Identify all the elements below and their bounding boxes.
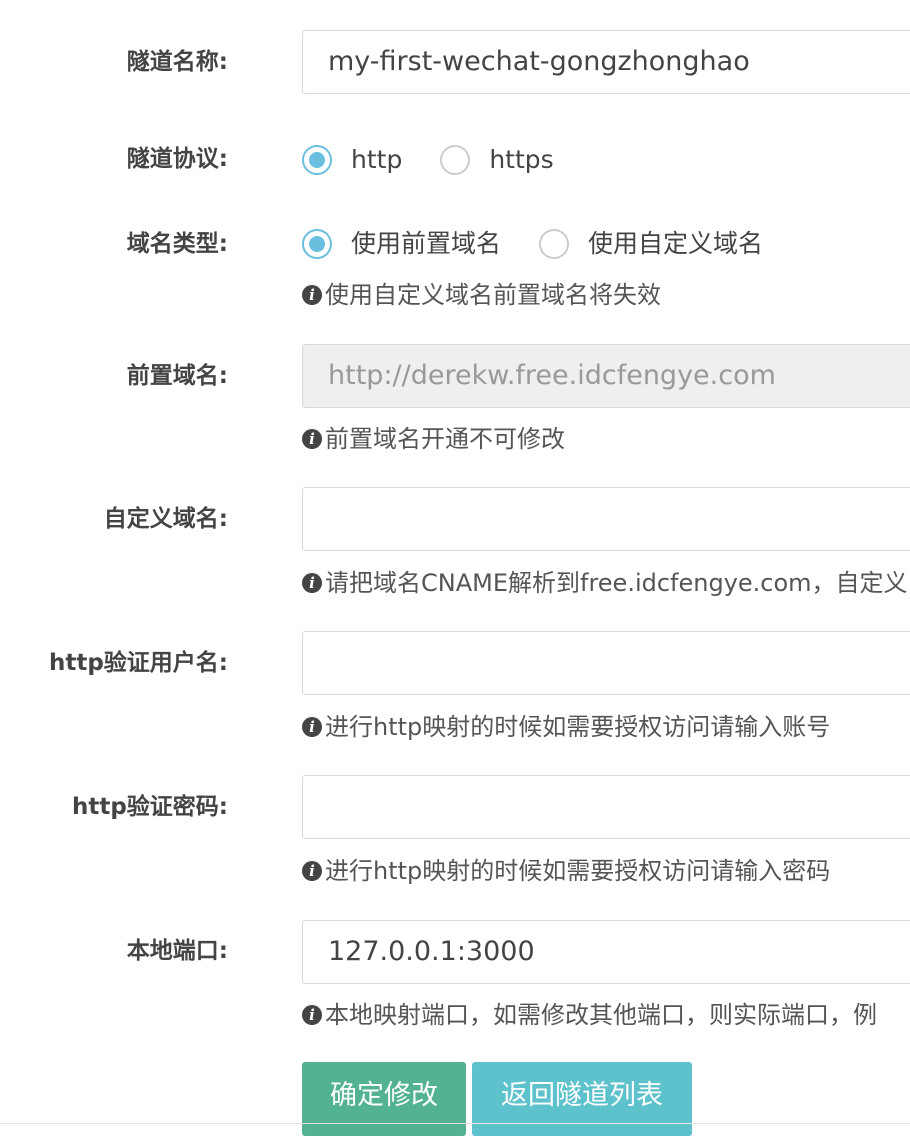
info-circle-icon: i (302, 717, 322, 737)
help-text: 本地映射端口，如需修改其他端口，则实际端口，例 (325, 1001, 877, 1029)
info-circle-icon: i (302, 1005, 322, 1025)
info-circle-icon: i (302, 285, 322, 305)
domain-type-option-label: 使用前置域名 (351, 229, 502, 258)
tunnel-name-label: 隧道名称: (126, 49, 228, 75)
protocol-radio-group: http https (302, 142, 592, 178)
radio-checked-icon[interactable] (302, 229, 332, 259)
protocol-option-http[interactable]: http (302, 142, 402, 178)
help-text: 使用自定义域名前置域名将失效 (325, 281, 661, 309)
custom-domain-help: i 请把域名CNAME解析到free.idcfengye.com，自定义 (302, 568, 908, 598)
local-port-help: i 本地映射端口，如需修改其他端口，则实际端口，例 (302, 1000, 877, 1030)
domain-type-help: i 使用自定义域名前置域名将失效 (302, 280, 661, 310)
custom-domain-input[interactable] (302, 487, 910, 551)
protocol-option-label: https (489, 145, 554, 174)
back-to-tunnel-list-button[interactable]: 返回隧道列表 (472, 1062, 692, 1136)
domain-type-radio-group: 使用前置域名 使用自定义域名 (302, 226, 801, 262)
custom-domain-label: 自定义域名: (103, 506, 228, 532)
info-circle-icon: i (302, 573, 322, 593)
info-circle-icon: i (302, 429, 322, 449)
prefix-domain-help: i 前置域名开通不可修改 (302, 424, 565, 454)
protocol-option-https[interactable]: https (440, 142, 554, 178)
help-text: 前置域名开通不可修改 (325, 425, 565, 453)
help-text: 请把域名CNAME解析到free.idcfengye.com，自定义 (325, 569, 908, 597)
info-circle-icon: i (302, 861, 322, 881)
tunnel-edit-form: 隧道名称: my-first-wechat-gongzhonghao 隧道协议:… (0, 0, 910, 1136)
http-auth-password-label: http验证密码: (71, 794, 228, 820)
domain-type-option-label: 使用自定义域名 (588, 229, 764, 258)
domain-type-label: 域名类型: (126, 231, 228, 257)
protocol-label: 隧道协议: (126, 146, 228, 172)
http-auth-password-help: i 进行http映射的时候如需要授权访问请输入密码 (302, 856, 830, 886)
http-auth-user-label: http验证用户名: (48, 650, 228, 676)
local-port-input[interactable]: 127.0.0.1:3000 (302, 920, 910, 984)
local-port-label: 本地端口: (126, 938, 228, 964)
tunnel-name-input[interactable]: my-first-wechat-gongzhonghao (302, 30, 910, 94)
radio-unchecked-icon[interactable] (539, 229, 570, 259)
http-auth-user-input[interactable] (302, 631, 910, 695)
http-auth-password-input[interactable] (302, 775, 910, 839)
help-text: 进行http映射的时候如需要授权访问请输入密码 (325, 857, 831, 885)
confirm-edit-button[interactable]: 确定修改 (302, 1062, 466, 1136)
divider (0, 1123, 910, 1124)
protocol-option-label: http (351, 145, 403, 174)
prefix-domain-input: http://derekw.free.idcfengye.com (302, 344, 910, 408)
http-auth-user-help: i 进行http映射的时候如需要授权访问请输入账号 (302, 712, 830, 742)
radio-unchecked-icon[interactable] (440, 145, 471, 175)
help-text: 进行http映射的时候如需要授权访问请输入账号 (325, 713, 831, 741)
domain-type-option-custom[interactable]: 使用自定义域名 (539, 226, 763, 262)
prefix-domain-label: 前置域名: (126, 363, 228, 389)
domain-type-option-prefix[interactable]: 使用前置域名 (302, 226, 501, 262)
radio-checked-icon[interactable] (302, 145, 332, 175)
